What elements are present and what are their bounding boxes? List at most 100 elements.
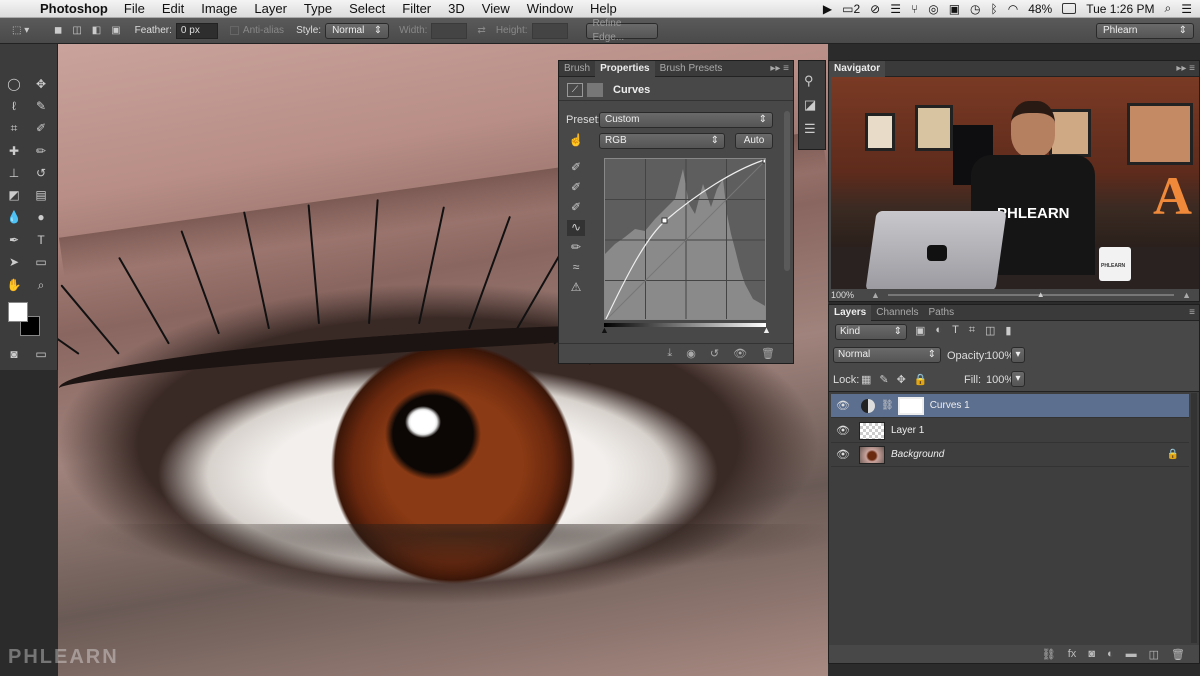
opacity-dropdown-icon[interactable]: ▾ [1011,347,1025,363]
properties-scrollbar[interactable] [784,111,790,271]
blur-tool-icon[interactable]: 💧 [3,207,25,227]
pen-tool-icon[interactable]: ✒ [3,230,25,250]
quick-select-icon[interactable]: ✎ [30,96,52,116]
on-image-adjust-icon[interactable]: ☝ [567,133,585,149]
move-tool-icon[interactable]: ✥ [30,74,52,94]
opacity-value[interactable]: 100% [986,350,1014,362]
zoom-in-icon[interactable]: ▲ [1182,290,1191,300]
refine-edge-button[interactable]: Refine Edge... [585,18,658,43]
lock-all-icon[interactable]: 🔒 [914,373,928,386]
curves-graph[interactable] [604,158,766,320]
intersect-selection-icon[interactable]: ▣ [111,25,120,36]
lock-position-icon[interactable]: ✥ [897,373,906,386]
style-select[interactable]: Normal ⇕ [325,22,390,39]
height-input[interactable] [531,22,568,39]
layer-row-curves[interactable]: 👁 ⛓ Curves 1 [831,394,1189,418]
tab-channels[interactable]: Channels [871,305,923,321]
tab-properties[interactable]: Properties [595,60,655,77]
link-layers-icon[interactable]: ⛓ [1042,648,1056,661]
spotlight-search-icon[interactable]: ⌕ [1165,1,1172,16]
panel-menu-icon[interactable]: ≡ [1189,307,1199,318]
adjustment-filter-icon[interactable]: ◐ [935,324,942,337]
brush-panel-icon[interactable]: ⚲ [804,73,814,89]
battery-icon[interactable] [1062,3,1077,14]
tab-brush-presets[interactable]: Brush Presets [655,61,728,77]
reset-icon[interactable]: ↺ [710,347,719,360]
curve-endpoint[interactable] [762,159,766,164]
visibility-eye-icon[interactable]: 👁 [831,399,855,412]
brush-tool-icon[interactable]: ✏ [30,141,52,161]
airplay-icon[interactable]: ▣ [949,2,960,16]
menu-help[interactable]: Help [590,1,617,16]
properties-panel-icon[interactable]: ☰ [804,121,816,137]
visibility-eye-icon[interactable]: 👁 [831,424,855,437]
tab-navigator[interactable]: Navigator [829,60,886,77]
mask-icon[interactable] [587,82,603,97]
clipping-warning-icon[interactable]: ⚠ [567,280,585,296]
delete-layer-icon[interactable]: 🗑 [1171,648,1185,661]
menu-filter[interactable]: Filter [402,1,431,16]
timemachine-icon[interactable]: ◷ [970,2,980,16]
curve-points-icon[interactable]: ∿ [567,220,585,236]
pencil-draw-icon[interactable]: ✏ [567,240,585,256]
menu-view[interactable]: View [482,1,510,16]
hand-tool-icon[interactable]: ✋ [3,275,25,295]
smooth-curve-icon[interactable]: ≈ [567,260,585,276]
evernote-icon[interactable]: ☰ [890,2,901,16]
history-brush-icon[interactable]: ↺ [30,163,52,183]
foreground-color-swatch[interactable] [8,302,28,322]
display-icon[interactable]: ▭2 [842,2,860,16]
subtract-selection-icon[interactable]: ◧ [92,25,101,36]
path-select-icon[interactable]: ➤ [3,252,25,272]
layer-thumbnail[interactable] [859,445,885,464]
layer-name[interactable]: Background [891,449,944,460]
add-selection-icon[interactable]: ◫ [72,25,81,36]
tab-brush[interactable]: Brush [559,61,595,77]
width-input[interactable] [431,22,468,39]
layer-row-layer1[interactable]: 👁 Layer 1 [831,419,1189,443]
marquee-tool-icon[interactable]: ◯ [3,74,25,94]
cc-icon[interactable]: ◎ [928,2,938,16]
curve-point[interactable] [661,217,668,224]
menu-edit[interactable]: Edit [162,1,184,16]
app-menu[interactable]: Photoshop [40,1,108,16]
fork-icon[interactable]: ⑂ [911,2,918,16]
new-adjustment-icon[interactable]: ◐ [1107,648,1114,660]
channel-select[interactable]: RGB ⇕ [599,133,725,149]
lock-pixels-icon[interactable]: ✎ [879,373,888,386]
fx-icon[interactable]: fx [1068,648,1077,660]
zoom-slider[interactable]: ▲ [887,290,1175,299]
swap-icon[interactable]: ⇄ [477,25,485,36]
notification-center-icon[interactable]: ☰ [1181,2,1192,16]
gradient-tool-icon[interactable]: ▤ [30,185,52,205]
white-slider-icon[interactable]: ▲ [762,325,771,335]
layer-name[interactable]: Curves 1 [930,400,970,411]
dodge-tool-icon[interactable]: ● [30,207,52,227]
trash-icon[interactable]: 🗑 [761,347,775,360]
lasso-tool-icon[interactable]: ℓ [3,96,25,116]
crop-tool-icon[interactable]: ⌗ [3,118,25,138]
menu-3d[interactable]: 3D [448,1,465,16]
zoom-value[interactable]: 100% [831,290,871,300]
eraser-tool-icon[interactable]: ◩ [3,185,25,205]
wifi-icon[interactable]: ◠ [1008,2,1018,16]
feather-input[interactable]: 0 px [175,22,218,39]
new-selection-icon[interactable]: ◼ [54,25,62,36]
shape-filter-icon[interactable]: ⌗ [969,324,975,337]
clip-to-layer-icon[interactable]: ⤓ [667,347,672,360]
type-tool-icon[interactable]: T [30,230,52,250]
quick-mask-icon[interactable]: ◙ [3,344,25,364]
menu-type[interactable]: Type [304,1,332,16]
lock-transparency-icon[interactable]: ▦ [861,373,871,386]
preset-select[interactable]: Custom ⇕ [599,112,773,128]
clock[interactable]: Tue 1:26 PM [1086,2,1154,16]
workspace-select[interactable]: Phlearn ⇕ [1096,22,1194,39]
view-previous-icon[interactable]: ◉ [686,347,696,360]
new-group-icon[interactable]: ▬ [1126,648,1137,660]
menu-layer[interactable]: Layer [254,1,287,16]
visibility-icon[interactable]: 👁 [733,347,747,360]
antialias-checkbox[interactable] [229,26,239,35]
tab-layers[interactable]: Layers [829,304,872,321]
panel-menu-icon[interactable]: ▸▸ ≡ [770,63,793,74]
pixel-filter-icon[interactable]: ▣ [915,324,925,337]
